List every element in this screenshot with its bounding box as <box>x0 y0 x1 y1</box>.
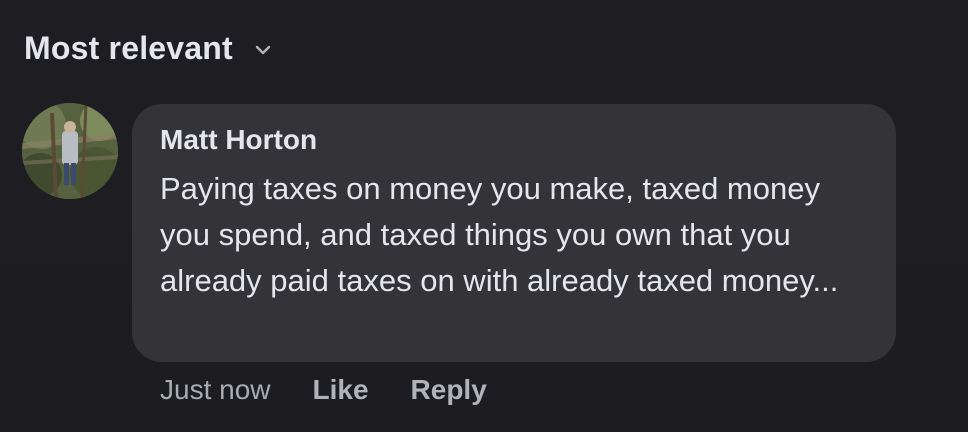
comment-sort-dropdown[interactable]: Most relevant <box>24 30 273 67</box>
comment-bubble: Matt Horton Paying taxes on money you ma… <box>132 104 896 362</box>
comment-actions: Just now Like Reply <box>160 374 487 406</box>
comments-panel: Most relevant Matt Horton Paying taxes o… <box>0 0 968 432</box>
comment-author[interactable]: Matt Horton <box>160 124 317 156</box>
sort-label: Most relevant <box>24 30 233 66</box>
chevron-down-icon <box>253 43 273 57</box>
like-button[interactable]: Like <box>313 374 369 406</box>
comment-timestamp[interactable]: Just now <box>160 374 271 406</box>
avatar[interactable] <box>22 103 118 199</box>
reply-button[interactable]: Reply <box>411 374 487 406</box>
comment-text: Paying taxes on money you make, taxed mo… <box>160 171 839 298</box>
